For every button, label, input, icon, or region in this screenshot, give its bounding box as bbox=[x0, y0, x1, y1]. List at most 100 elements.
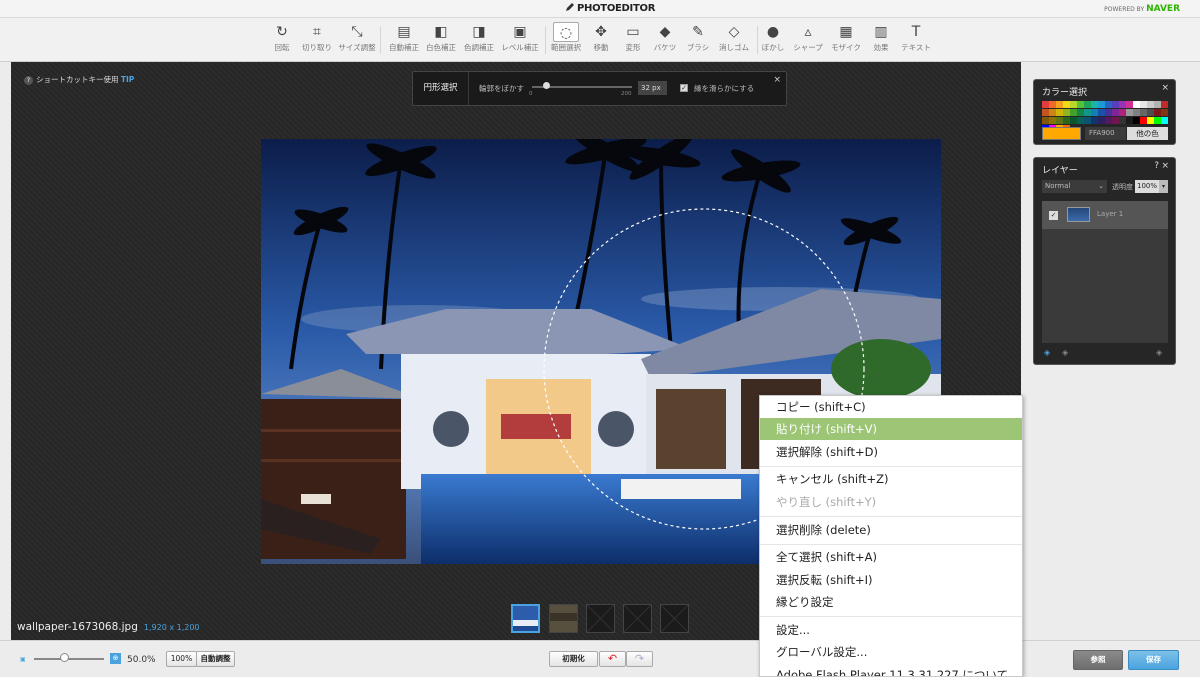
color-swatch[interactable] bbox=[1119, 101, 1126, 108]
delete-layer-icon[interactable]: ◈ bbox=[1156, 348, 1162, 357]
color-swatch[interactable] bbox=[1119, 117, 1126, 124]
zoom-in-icon[interactable]: ⊕ bbox=[110, 653, 121, 664]
color-swatch[interactable] bbox=[1070, 101, 1077, 108]
color-swatch[interactable] bbox=[1077, 117, 1084, 124]
tool-color-correct[interactable]: ◨ 色調補正 bbox=[459, 22, 499, 58]
color-swatch[interactable] bbox=[1077, 109, 1084, 116]
color-swatch[interactable] bbox=[1049, 109, 1056, 116]
thumbnail-2[interactable] bbox=[549, 604, 578, 633]
color-swatch[interactable] bbox=[1147, 101, 1154, 108]
color-swatch[interactable] bbox=[1056, 109, 1063, 116]
color-swatch[interactable] bbox=[1063, 117, 1070, 124]
zoom-100-button[interactable]: 100% bbox=[166, 651, 197, 667]
color-swatch[interactable] bbox=[1063, 109, 1070, 116]
color-swatch[interactable] bbox=[1063, 101, 1070, 108]
layer-row[interactable]: ✓ Layer 1 bbox=[1042, 201, 1168, 229]
tool-text[interactable]: T テキスト bbox=[896, 22, 936, 58]
color-swatch[interactable] bbox=[1161, 117, 1168, 124]
smooth-edge-checkbox[interactable]: ✓ bbox=[680, 84, 688, 92]
menu-item-invert-selection[interactable]: 選択反転 (shift+I) bbox=[760, 569, 1022, 591]
color-swatch[interactable] bbox=[1126, 101, 1133, 108]
color-swatch[interactable] bbox=[1091, 117, 1098, 124]
feather-value-input[interactable]: 32 px bbox=[638, 81, 667, 95]
menu-item-settings[interactable]: 設定... bbox=[760, 619, 1022, 641]
color-swatch[interactable] bbox=[1147, 117, 1154, 124]
color-swatch[interactable] bbox=[1140, 117, 1147, 124]
color-swatch-grid[interactable] bbox=[1042, 101, 1168, 132]
color-swatch[interactable] bbox=[1098, 101, 1105, 108]
color-swatch[interactable] bbox=[1084, 109, 1091, 116]
color-swatch[interactable] bbox=[1133, 101, 1140, 108]
duplicate-layer-icon[interactable]: ◈ bbox=[1062, 348, 1068, 357]
opacity-dropdown-button[interactable]: ▾ bbox=[1159, 180, 1168, 193]
other-color-button[interactable]: 他の色 bbox=[1127, 127, 1168, 140]
menu-item-paste[interactable]: 貼り付け (shift+V) bbox=[760, 418, 1022, 440]
color-swatch[interactable] bbox=[1098, 109, 1105, 116]
color-swatch[interactable] bbox=[1091, 101, 1098, 108]
color-swatch[interactable] bbox=[1154, 109, 1161, 116]
opacity-input[interactable]: 100% bbox=[1135, 180, 1159, 193]
color-swatch[interactable] bbox=[1154, 101, 1161, 108]
thumbnail-empty-4[interactable] bbox=[623, 604, 652, 633]
color-swatch[interactable] bbox=[1140, 101, 1147, 108]
color-swatch[interactable] bbox=[1126, 117, 1133, 124]
color-swatch[interactable] bbox=[1084, 117, 1091, 124]
color-swatch[interactable] bbox=[1084, 101, 1091, 108]
color-swatch[interactable] bbox=[1042, 109, 1049, 116]
menu-item-deselect[interactable]: 選択解除 (shift+D) bbox=[760, 441, 1022, 463]
menu-item-copy[interactable]: コピー (shift+C) bbox=[760, 396, 1022, 418]
menu-item-global-settings[interactable]: グローバル設定... bbox=[760, 641, 1022, 663]
color-swatch[interactable] bbox=[1077, 101, 1084, 108]
color-swatch[interactable] bbox=[1133, 109, 1140, 116]
redo-button[interactable]: ↷ bbox=[626, 651, 653, 667]
color-swatch[interactable] bbox=[1112, 109, 1119, 116]
color-swatch[interactable] bbox=[1126, 109, 1133, 116]
reset-button[interactable]: 初期化 bbox=[549, 651, 598, 667]
color-swatch[interactable] bbox=[1042, 101, 1049, 108]
color-swatch[interactable] bbox=[1105, 117, 1112, 124]
menu-item-delete-selection[interactable]: 選択削除 (delete) bbox=[760, 519, 1022, 541]
color-swatch[interactable] bbox=[1105, 109, 1112, 116]
zoom-slider-track[interactable] bbox=[34, 658, 104, 660]
menu-item-about-flash[interactable]: Adobe Flash Player 11.3.31.227 について... bbox=[760, 664, 1022, 676]
tool-resize[interactable]: ⤡ サイズ調整 bbox=[337, 22, 377, 58]
color-swatch[interactable] bbox=[1112, 117, 1119, 124]
zoom-out-icon[interactable]: ▣ bbox=[20, 656, 26, 663]
close-options-button[interactable]: × bbox=[773, 75, 781, 85]
color-swatch[interactable] bbox=[1112, 101, 1119, 108]
add-layer-icon[interactable]: ◈ bbox=[1044, 348, 1050, 357]
color-swatch[interactable] bbox=[1147, 109, 1154, 116]
color-swatch[interactable] bbox=[1133, 117, 1140, 124]
feather-slider-handle[interactable] bbox=[543, 82, 550, 89]
color-swatch[interactable] bbox=[1119, 109, 1126, 116]
color-swatch[interactable] bbox=[1070, 117, 1077, 124]
shortcut-tip-link[interactable]: ? ショートカットキー使用 TIP bbox=[24, 74, 134, 85]
menu-item-select-all[interactable]: 全て選択 (shift+A) bbox=[760, 546, 1022, 568]
color-swatch[interactable] bbox=[1049, 117, 1056, 124]
thumbnail-empty-5[interactable] bbox=[660, 604, 689, 633]
color-swatch[interactable] bbox=[1042, 117, 1049, 124]
color-swatch[interactable] bbox=[1091, 109, 1098, 116]
thumbnail-1[interactable] bbox=[511, 604, 540, 633]
close-color-panel-button[interactable]: × bbox=[1161, 83, 1169, 93]
undo-button[interactable]: ↶ bbox=[599, 651, 626, 667]
tool-levels[interactable]: ▣ レベル補正 bbox=[500, 22, 540, 58]
color-swatch[interactable] bbox=[1161, 101, 1168, 108]
blend-mode-select[interactable]: Normal ⌄ bbox=[1042, 180, 1107, 193]
thumbnail-empty-3[interactable] bbox=[586, 604, 615, 633]
color-swatch[interactable] bbox=[1056, 101, 1063, 108]
color-swatch[interactable] bbox=[1140, 109, 1147, 116]
menu-item-stroke-settings[interactable]: 縁どり設定 bbox=[760, 591, 1022, 613]
color-swatch[interactable] bbox=[1070, 109, 1077, 116]
auto-fit-button[interactable]: 自動調整 bbox=[196, 651, 235, 667]
close-layer-panel-button[interactable]: × bbox=[1161, 161, 1169, 171]
zoom-slider-handle[interactable] bbox=[60, 653, 69, 662]
help-icon[interactable]: ? bbox=[1154, 161, 1159, 171]
color-swatch[interactable] bbox=[1098, 117, 1105, 124]
color-swatch[interactable] bbox=[1105, 101, 1112, 108]
color-swatch[interactable] bbox=[1056, 117, 1063, 124]
color-swatch[interactable] bbox=[1154, 117, 1161, 124]
color-hex-input[interactable]: FFA900 bbox=[1085, 127, 1126, 140]
color-swatch[interactable] bbox=[1049, 101, 1056, 108]
open-file-button[interactable]: 参照 bbox=[1073, 650, 1123, 670]
